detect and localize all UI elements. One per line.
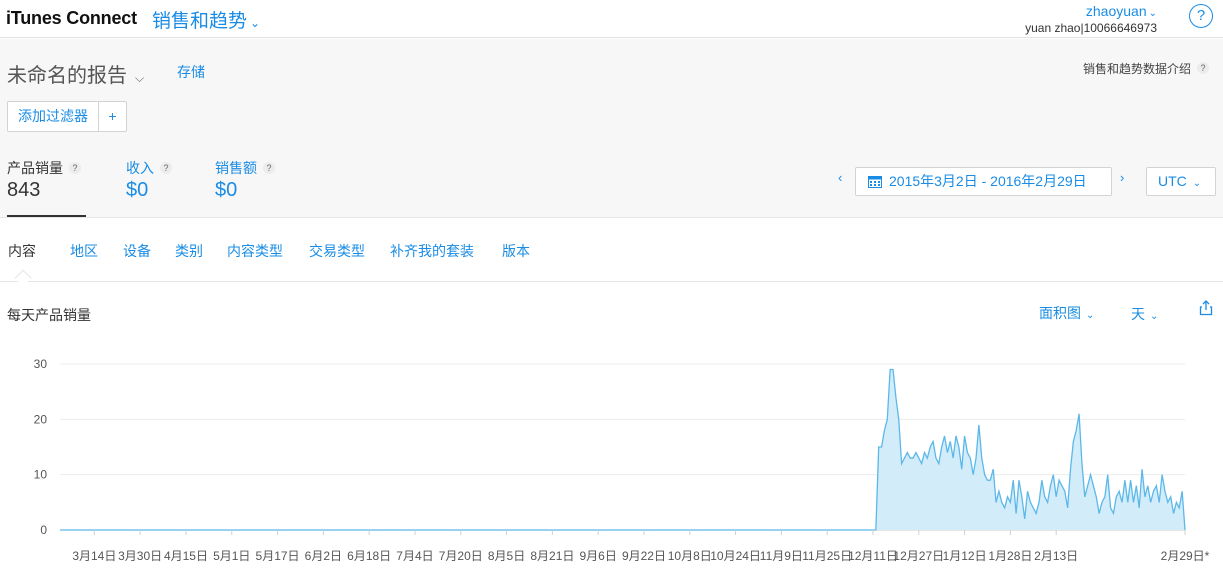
metric-sales[interactable]: 销售额? $0 — [215, 158, 275, 202]
user-account: yuan zhao|10066646973 — [1025, 21, 1157, 35]
x-tick-label: 11月9日 — [760, 549, 803, 563]
report-header: 未命名的报告 ⌵ 存储 销售和趋势数据介绍? 添加过滤器 + 产品销量? 843 … — [0, 39, 1223, 218]
x-tick-label: 12月27日 — [893, 549, 944, 563]
help-icon[interactable]: ? — [69, 162, 81, 174]
x-tick-label: 3月30日 — [118, 549, 162, 563]
app-brand[interactable]: iTunes Connect — [6, 8, 137, 29]
x-tick-label: 2月29日* — [1161, 549, 1210, 563]
previous-period-button[interactable]: ‹ — [838, 170, 842, 185]
active-tab-pointer — [14, 269, 32, 287]
x-tick-label: 10月24日 — [710, 549, 761, 563]
series-line — [60, 368, 1186, 531]
y-tick-label: 20 — [34, 412, 48, 426]
chevron-down-icon: ⌵ — [135, 71, 145, 85]
x-tick-label: 8月21日 — [530, 549, 574, 563]
y-axis: 0 10 20 30 — [34, 357, 48, 537]
user-name: zhaoyuan — [1085, 3, 1147, 19]
tab-category[interactable]: 类别 — [175, 241, 203, 261]
help-icon[interactable]: ? — [160, 162, 172, 174]
dimension-tabs: 内容 地区 设备 类别 内容类型 交易类型 补齐我的套装 版本 — [0, 219, 1223, 287]
x-tick-label: 1月12日 — [943, 549, 987, 563]
chart-type-dropdown[interactable]: 面积图 ⌄ — [1039, 303, 1094, 323]
y-tick-label: 10 — [34, 468, 48, 482]
selected-metric-indicator — [7, 215, 86, 217]
next-period-button[interactable]: › — [1120, 170, 1124, 185]
x-axis: 3月14日 3月30日 4月15日 5月1日 5月17日 6月2日 6月18日 7月4日 7月2… — [72, 530, 1210, 563]
tab-content[interactable]: 内容 — [8, 241, 36, 261]
metric-value: $0 — [126, 179, 149, 201]
add-filter-button[interactable]: 添加过滤器 — [8, 102, 98, 131]
y-tick-label: 30 — [34, 357, 48, 371]
x-tick-label: 6月2日 — [305, 549, 342, 563]
x-tick-label: 9月6日 — [579, 549, 616, 563]
chevron-down-icon: ⌄ — [1192, 178, 1202, 189]
metric-value: $0 — [215, 179, 238, 201]
metric-label: 销售额 — [215, 160, 257, 176]
chevron-down-icon: ⌄ — [250, 16, 261, 30]
metric-label: 产品销量 — [7, 160, 63, 176]
x-tick-label: 3月14日 — [72, 549, 116, 563]
metric-proceeds[interactable]: 收入? $0 — [126, 158, 172, 202]
chart-title: 每天产品销量 — [7, 307, 91, 323]
x-tick-label: 9月22日 — [622, 549, 666, 563]
add-filter-plus-button[interactable]: + — [98, 102, 126, 131]
tab-content-type[interactable]: 内容类型 — [227, 241, 283, 261]
chart-series — [60, 368, 1186, 531]
timezone-value: UTC — [1158, 173, 1187, 189]
x-tick-label: 2月13日 — [1034, 549, 1078, 563]
x-tick-label: 5月1日 — [213, 549, 250, 563]
tab-complete-my-bundle[interactable]: 补齐我的套装 — [390, 241, 474, 261]
share-icon[interactable] — [1199, 300, 1213, 321]
report-title: 未命名的报告 — [7, 65, 127, 87]
date-range-picker[interactable]: 2015年3月2日 - 2016年2月29日 — [855, 167, 1112, 196]
calendar-icon — [868, 170, 882, 197]
help-icon: ? — [1197, 62, 1209, 74]
tab-region[interactable]: 地区 — [70, 241, 98, 261]
help-icon[interactable]: ? — [263, 162, 275, 174]
module-label: 销售和趋势 — [152, 11, 248, 32]
x-tick-label: 8月5日 — [488, 549, 525, 563]
daily-units-chart: 0 10 20 30 3月14日 3月30日 4月15日 5月1日 5月17日 6月2日 6月18… — [34, 357, 1210, 563]
user-menu[interactable]: zhaoyuan ⌄ yuan zhao|10066646973 — [1025, 3, 1157, 35]
tab-transaction-type[interactable]: 交易类型 — [309, 241, 365, 261]
tab-device[interactable]: 设备 — [123, 241, 151, 261]
x-tick-label: 4月15日 — [164, 549, 208, 563]
x-tick-label: 5月17日 — [256, 549, 300, 563]
x-tick-label: 11月25日 — [802, 549, 852, 563]
save-link[interactable]: 存储 — [177, 62, 205, 82]
y-tick-label: 0 — [40, 523, 47, 537]
x-tick-label: 7月4日 — [396, 549, 433, 563]
tab-version[interactable]: 版本 — [502, 241, 530, 261]
x-tick-label: 6月18日 — [347, 549, 391, 563]
x-tick-label: 12月11日 — [848, 549, 898, 563]
granularity-dropdown[interactable]: 天 ⌄ — [1131, 304, 1158, 324]
metric-units[interactable]: 产品销量? 843 — [7, 158, 81, 202]
filter-group: 添加过滤器 + — [7, 101, 127, 132]
granularity-label: 天 — [1131, 306, 1145, 322]
module-switcher[interactable]: 销售和趋势 ⌄ — [152, 6, 260, 33]
report-title-dropdown[interactable]: 未命名的报告 ⌵ — [7, 59, 144, 88]
x-tick-label: 10月8日 — [668, 549, 712, 563]
data-intro-link[interactable]: 销售和趋势数据介绍? — [1083, 60, 1209, 77]
x-tick-label: 1月28日 — [988, 549, 1032, 563]
chevron-down-icon: ⌄ — [1086, 310, 1095, 321]
timezone-dropdown[interactable]: UTC ⌄ — [1146, 167, 1216, 196]
user-name-row[interactable]: zhaoyuan ⌄ — [1025, 3, 1157, 19]
x-tick-label: 7月20日 — [439, 549, 483, 563]
chart-type-label: 面积图 — [1039, 305, 1081, 321]
top-bar: iTunes Connect 销售和趋势 ⌄ zhaoyuan ⌄ yuan zha… — [0, 0, 1223, 38]
date-range-value: 2015年3月2日 - 2016年2月29日 — [889, 173, 1087, 189]
chevron-down-icon: ⌄ — [1148, 8, 1157, 19]
metric-label: 收入 — [126, 160, 154, 176]
chevron-down-icon: ⌄ — [1150, 311, 1159, 322]
metric-value: 843 — [7, 179, 41, 201]
help-button[interactable]: ? — [1189, 4, 1213, 28]
data-intro-label: 销售和趋势数据介绍 — [1082, 62, 1191, 76]
